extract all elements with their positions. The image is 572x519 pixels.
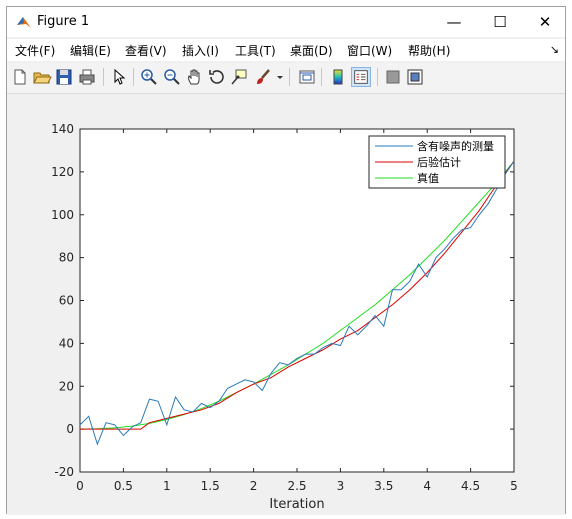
maximize-icon: ☐ (493, 13, 507, 31)
menu-bar: 文件(F) 编辑(E) 查看(V) 插入(I) 工具(T) 桌面(D) 窗口(W… (7, 39, 565, 61)
minimize-button[interactable]: — (431, 7, 477, 37)
save-icon[interactable] (54, 67, 74, 87)
menu-insert[interactable]: 插入(I) (182, 42, 219, 59)
colorbar-icon[interactable] (329, 67, 349, 87)
brush-dropdown-icon[interactable] (275, 67, 285, 87)
x-axis-label: Iteration (269, 497, 324, 512)
x-tick-label: 1.5 (201, 479, 220, 493)
toolbar-separator (321, 68, 322, 86)
y-tick-label: 140 (51, 122, 74, 136)
show-plot-tools-icon[interactable] (405, 67, 425, 87)
y-tick-label: 60 (59, 294, 74, 308)
menu-desktop[interactable]: 桌面(D) (290, 42, 333, 59)
legend-icon[interactable] (351, 67, 371, 87)
y-tick-label: 120 (51, 165, 74, 179)
x-tick-label: 3 (337, 479, 345, 493)
title-bar[interactable]: Figure 1 — ☐ ✕ (7, 7, 565, 37)
y-tick-label: 40 (59, 336, 74, 350)
pan-hand-icon[interactable] (185, 67, 205, 87)
rotate-3d-icon[interactable] (207, 67, 227, 87)
toolbar-separator (103, 68, 104, 86)
legend[interactable]: 含有噪声的测量后验估计真值 (368, 135, 506, 189)
new-figure-icon[interactable] (10, 67, 30, 87)
x-tick-label: 0.5 (114, 479, 133, 493)
y-tick-label: 100 (51, 208, 74, 222)
y-tick-label: 20 (59, 379, 74, 393)
window-title: Figure 1 (37, 14, 90, 29)
x-tick-label: 0 (76, 479, 84, 493)
x-tick-label: 2.5 (287, 479, 306, 493)
link-plot-icon[interactable] (297, 67, 317, 87)
toolbar-separator (133, 68, 134, 86)
zoom-out-icon[interactable] (162, 67, 182, 87)
dock-arrow-icon[interactable]: ↘ (550, 43, 559, 56)
close-icon: ✕ (538, 13, 552, 31)
matlab-logo-icon (17, 17, 31, 28)
menu-edit[interactable]: 编辑(E) (70, 42, 111, 59)
y-tick-label: -20 (54, 465, 74, 479)
figure-canvas: 0 0.5 1 1.5 2 2.5 3 3.5 4 4.5 5 -20 0 20 40 60 80 100 120 1… (7, 94, 565, 515)
toolbar-separator (289, 68, 290, 86)
minimize-icon: — (446, 13, 462, 31)
open-file-icon[interactable] (32, 67, 52, 87)
x-tick-label: 4 (423, 479, 431, 493)
legend-entry: 真值 (417, 171, 439, 185)
plot-svg: 0 0.5 1 1.5 2 2.5 3 3.5 4 4.5 5-200204060801001201… (51, 122, 518, 512)
brush-icon[interactable] (253, 67, 273, 87)
menu-window[interactable]: 窗口(W) (347, 42, 392, 59)
close-button[interactable]: ✕ (522, 7, 568, 37)
x-tick-label: 1 (163, 479, 171, 493)
x-tick-label: 2 (250, 479, 258, 493)
data-cursor-icon[interactable] (229, 67, 249, 87)
y-tick-label: 0 (66, 422, 74, 436)
toolbar-separator (377, 68, 378, 86)
menu-tools[interactable]: 工具(T) (235, 42, 276, 59)
print-icon[interactable] (77, 67, 97, 87)
x-tick-label: 4.5 (461, 479, 480, 493)
maximize-button[interactable]: ☐ (477, 7, 523, 37)
menu-file[interactable]: 文件(F) (15, 42, 55, 59)
x-tick-label: 3.5 (374, 479, 393, 493)
x-tick-label: 5 (510, 479, 518, 493)
menu-help[interactable]: 帮助(H) (408, 42, 450, 59)
zoom-in-icon[interactable] (139, 67, 159, 87)
pointer-icon[interactable] (109, 67, 129, 87)
legend-entry: 后验估计 (417, 155, 461, 169)
toolbar (7, 63, 565, 94)
y-tick-label: 80 (59, 251, 74, 265)
hide-plot-tools-icon[interactable] (383, 67, 403, 87)
menu-view[interactable]: 查看(V) (125, 42, 167, 59)
legend-entry: 含有噪声的测量 (417, 139, 494, 153)
figure-window: Figure 1 — ☐ ✕ 文件(F) 编辑(E) 查看(V) 插入(I) 工… (6, 6, 566, 515)
